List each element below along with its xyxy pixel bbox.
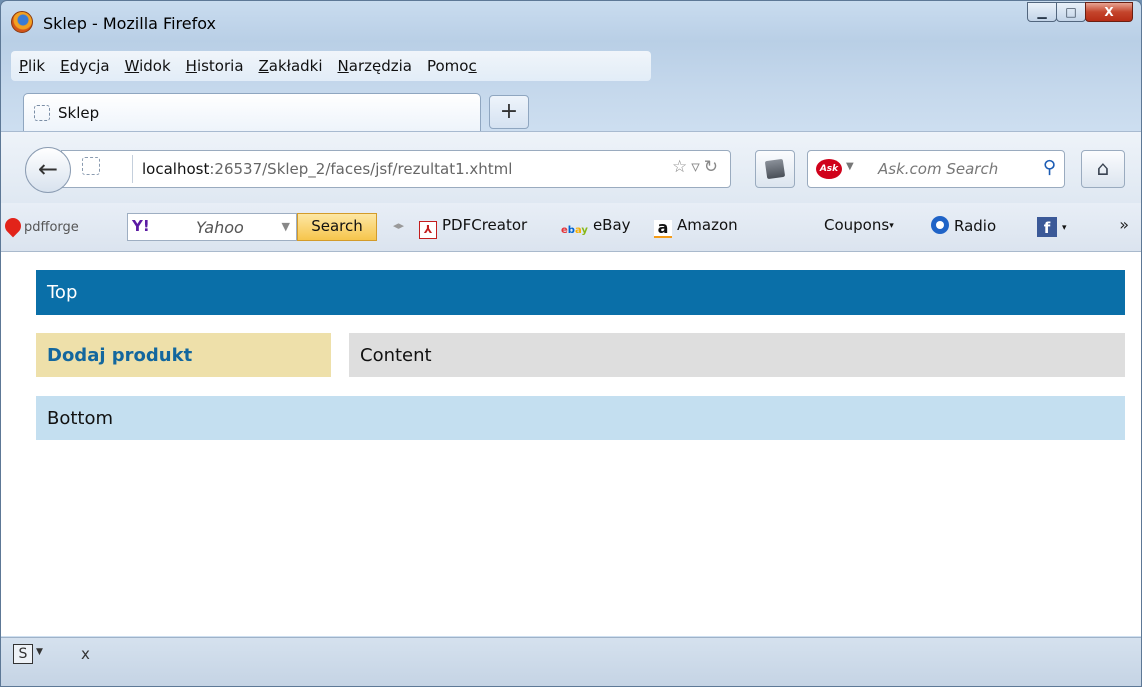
bookmark-star-icon[interactable]: ☆ xyxy=(672,157,691,177)
bookmark-ebay[interactable]: ebay eBay xyxy=(561,216,631,236)
url-bar[interactable]: localhost:26537/Sklep_2/faces/jsf/rezult… xyxy=(61,150,731,188)
bottom-region: Bottom xyxy=(36,396,1125,440)
notepad-icon xyxy=(764,158,786,180)
bookmarks-toolbar: pdfforge Y! Yahoo ▼ Search ◂▸ ⅄ PDFCreato… xyxy=(1,203,1141,252)
menu-bar: Plik Edycja Widok Historia Zakładki Narz… xyxy=(11,51,651,81)
tab-label: Sklep xyxy=(58,104,100,122)
bookmark-coupons[interactable]: Coupons▾ xyxy=(824,216,894,234)
addon-bar-close-button[interactable]: x xyxy=(81,645,90,663)
maximize-button[interactable]: □ xyxy=(1056,2,1086,22)
page-placeholder-icon xyxy=(34,105,50,121)
back-button[interactable]: ← xyxy=(25,147,71,193)
bookmark-radio[interactable]: Radio xyxy=(931,216,996,235)
menu-zakladki[interactable]: Zakładki xyxy=(251,57,330,75)
navigation-toolbar: localhost:26537/Sklep_2/faces/jsf/rezult… xyxy=(1,131,1141,204)
bookmarks-overflow-button[interactable]: » xyxy=(1119,215,1129,234)
window-controls: ▁ □ X xyxy=(1027,2,1133,22)
facebook-button[interactable]: f ▾ xyxy=(1037,216,1067,237)
chevron-down-icon[interactable]: ▼ xyxy=(846,161,854,172)
ask-logo-icon[interactable]: Ask xyxy=(816,159,842,179)
yahoo-search-input[interactable]: Y! Yahoo ▼ xyxy=(127,213,297,241)
facebook-icon: f xyxy=(1037,217,1057,237)
firefox-logo-icon xyxy=(11,11,33,33)
url-separator xyxy=(132,155,133,183)
amazon-icon: a xyxy=(654,220,672,238)
url-text[interactable]: localhost:26537/Sklep_2/faces/jsf/rezult… xyxy=(142,160,512,178)
new-tab-button[interactable]: + xyxy=(489,95,529,129)
search-input[interactable]: Ask.com Search xyxy=(878,160,998,178)
chevron-down-icon: ▾ xyxy=(1062,223,1067,233)
radio-icon xyxy=(931,216,949,234)
title-bar: Sklep - Mozilla Firefox ▁ □ X xyxy=(1,1,1141,45)
toolbar-grip-icon[interactable]: ◂▸ xyxy=(393,219,404,232)
addon-s-icon[interactable]: S xyxy=(13,644,33,664)
menu-narzedzia[interactable]: Narzędzia xyxy=(330,57,419,75)
close-button[interactable]: X xyxy=(1085,2,1133,22)
yahoo-search-button[interactable]: Search xyxy=(297,213,377,241)
notepad-addon-button[interactable] xyxy=(755,150,795,188)
bookmark-amazon[interactable]: a Amazon xyxy=(654,216,738,238)
chevron-down-icon[interactable]: ▼ xyxy=(282,220,290,233)
history-dropdown-icon[interactable]: ▿ xyxy=(691,157,704,177)
yahoo-placeholder: Yahoo xyxy=(196,218,244,237)
top-region: Top xyxy=(36,270,1125,315)
pdfforge-button[interactable]: pdfforge xyxy=(1,214,79,238)
yahoo-logo-icon[interactable]: Y! xyxy=(132,217,150,235)
minimize-button[interactable]: ▁ xyxy=(1027,2,1057,22)
add-product-link[interactable]: Dodaj produkt xyxy=(36,333,331,377)
url-actions: ☆▿↻ xyxy=(672,157,722,177)
menu-widok[interactable]: Widok xyxy=(117,57,178,75)
tab-sklep[interactable]: Sklep xyxy=(23,93,481,131)
bookmark-pdfcreator[interactable]: ⅄ PDFCreator xyxy=(419,216,527,239)
content-region: Content xyxy=(349,333,1125,377)
back-arrow-icon: ← xyxy=(37,155,59,183)
home-icon: ⌂ xyxy=(1096,156,1110,180)
addon-bar: S ▼ x xyxy=(1,637,1141,686)
pdfforge-logo-icon xyxy=(1,214,25,238)
menu-historia[interactable]: Historia xyxy=(178,57,251,75)
chevron-down-icon[interactable]: ▼ xyxy=(36,647,43,657)
window-title: Sklep - Mozilla Firefox xyxy=(43,14,216,33)
site-identity-icon[interactable] xyxy=(82,157,100,175)
search-bar[interactable]: Ask ▼ Ask.com Search ⚲ xyxy=(807,150,1065,188)
page-content: Top Dodaj produkt Content Bottom xyxy=(1,252,1141,636)
menu-edycja[interactable]: Edycja xyxy=(52,57,117,75)
menu-plik[interactable]: Plik xyxy=(11,57,52,75)
browser-window: Sklep - Mozilla Firefox ▁ □ X Plik Edycj… xyxy=(0,0,1142,687)
pdf-icon: ⅄ xyxy=(419,221,437,239)
menu-pomoc[interactable]: Pomoc xyxy=(419,57,484,75)
ebay-icon: ebay xyxy=(561,225,588,236)
chevron-down-icon: ▾ xyxy=(889,221,894,231)
home-button[interactable]: ⌂ xyxy=(1081,150,1125,188)
reload-icon[interactable]: ↻ xyxy=(704,157,722,177)
search-icon[interactable]: ⚲ xyxy=(1043,157,1056,178)
